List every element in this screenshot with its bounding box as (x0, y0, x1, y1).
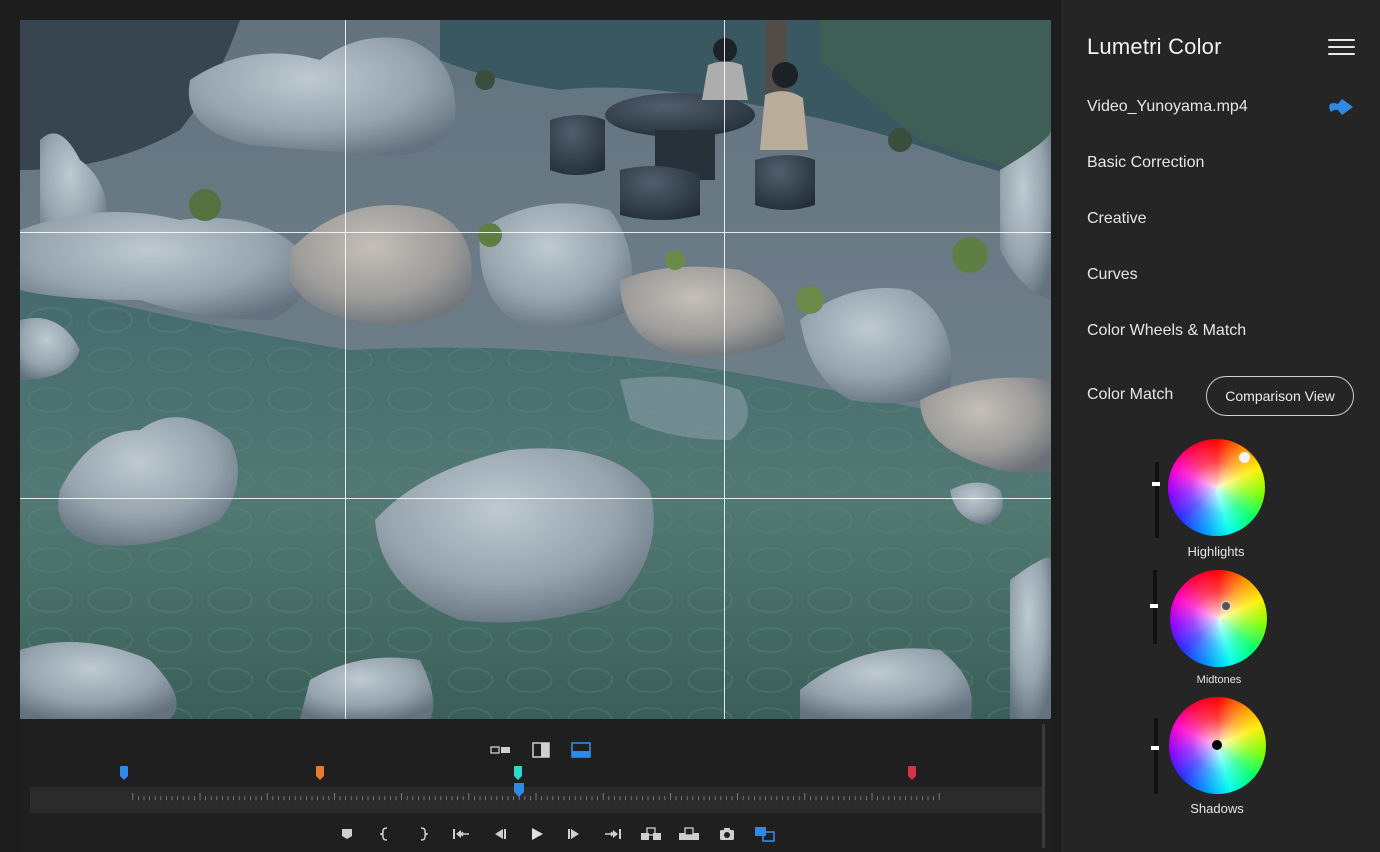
timeline-marker-teal[interactable] (514, 766, 522, 780)
panel-title: Lumetri Color (1087, 34, 1222, 59)
play-icon[interactable] (518, 823, 556, 845)
insert-icon[interactable] (632, 823, 670, 845)
transport-bar (20, 719, 1051, 852)
view-mode-group (488, 741, 594, 759)
ruler-ticks (132, 793, 940, 801)
midtones-wheel[interactable] (1170, 570, 1267, 667)
split-view-icon[interactable] (528, 741, 554, 759)
timeline-marker-red[interactable] (908, 766, 916, 780)
highlights-wheel[interactable] (1168, 439, 1265, 536)
section-curves[interactable]: Curves (1087, 266, 1138, 284)
timeline-marker-blue[interactable] (120, 766, 128, 780)
grid-line-v2 (724, 20, 725, 719)
step-forward-icon[interactable] (556, 823, 594, 845)
section-color-wheels-match[interactable]: Color Wheels & Match (1087, 322, 1246, 340)
shadows-label: Shadows (1190, 801, 1244, 816)
grid-line-h2 (20, 498, 1051, 499)
midtones-wheel-handle[interactable] (1221, 601, 1231, 611)
export-frame-icon[interactable] (708, 823, 746, 845)
color-match-label: Color Match (1087, 386, 1174, 403)
lumetri-panel: Lumetri Color Video_Yunoyama.mp4 Basic C… (1061, 0, 1380, 852)
midtones-label: Midtones (1196, 674, 1242, 686)
mark-out-icon[interactable] (404, 823, 442, 845)
mark-in-icon[interactable] (366, 823, 404, 845)
share-arrow-icon[interactable] (1328, 96, 1355, 118)
video-preview[interactable] (20, 20, 1051, 719)
section-basic-correction[interactable]: Basic Correction (1087, 154, 1204, 172)
side-by-side-icon[interactable] (488, 741, 514, 759)
overwrite-icon[interactable] (670, 823, 708, 845)
step-back-icon[interactable] (480, 823, 518, 845)
section-creative[interactable]: Creative (1087, 210, 1147, 228)
shadows-slider[interactable] (1151, 718, 1159, 794)
highlights-label: Highlights (1187, 544, 1245, 559)
comparison-toggle-icon[interactable] (746, 823, 784, 845)
comparison-view-button[interactable]: Comparison View (1206, 376, 1354, 416)
highlights-wheel-handle[interactable] (1239, 452, 1250, 463)
grid-line-v1 (345, 20, 346, 719)
menu-icon[interactable] (1328, 39, 1355, 55)
go-to-in-icon[interactable] (442, 823, 480, 845)
timeline-marker-orange[interactable] (316, 766, 324, 780)
playback-controls (328, 823, 784, 845)
shadows-slider-handle[interactable] (1151, 746, 1159, 750)
midtones-slider-handle[interactable] (1150, 604, 1158, 608)
midtones-slider[interactable] (1150, 570, 1158, 644)
add-marker-icon[interactable] (328, 823, 366, 845)
timeline-ruler[interactable] (30, 787, 1042, 813)
clip-name[interactable]: Video_Yunoyama.mp4 (1087, 98, 1248, 116)
shadows-wheel[interactable] (1169, 697, 1266, 794)
highlights-slider-handle[interactable] (1152, 482, 1160, 486)
transport-scrollbar[interactable] (1042, 724, 1045, 848)
go-to-out-icon[interactable] (594, 823, 632, 845)
video-frame (20, 20, 1051, 719)
playhead[interactable] (514, 783, 524, 797)
grid-line-h1 (20, 232, 1051, 233)
wipe-view-icon[interactable] (568, 741, 594, 759)
shadows-wheel-handle[interactable] (1212, 740, 1222, 750)
highlights-slider[interactable] (1152, 462, 1160, 538)
